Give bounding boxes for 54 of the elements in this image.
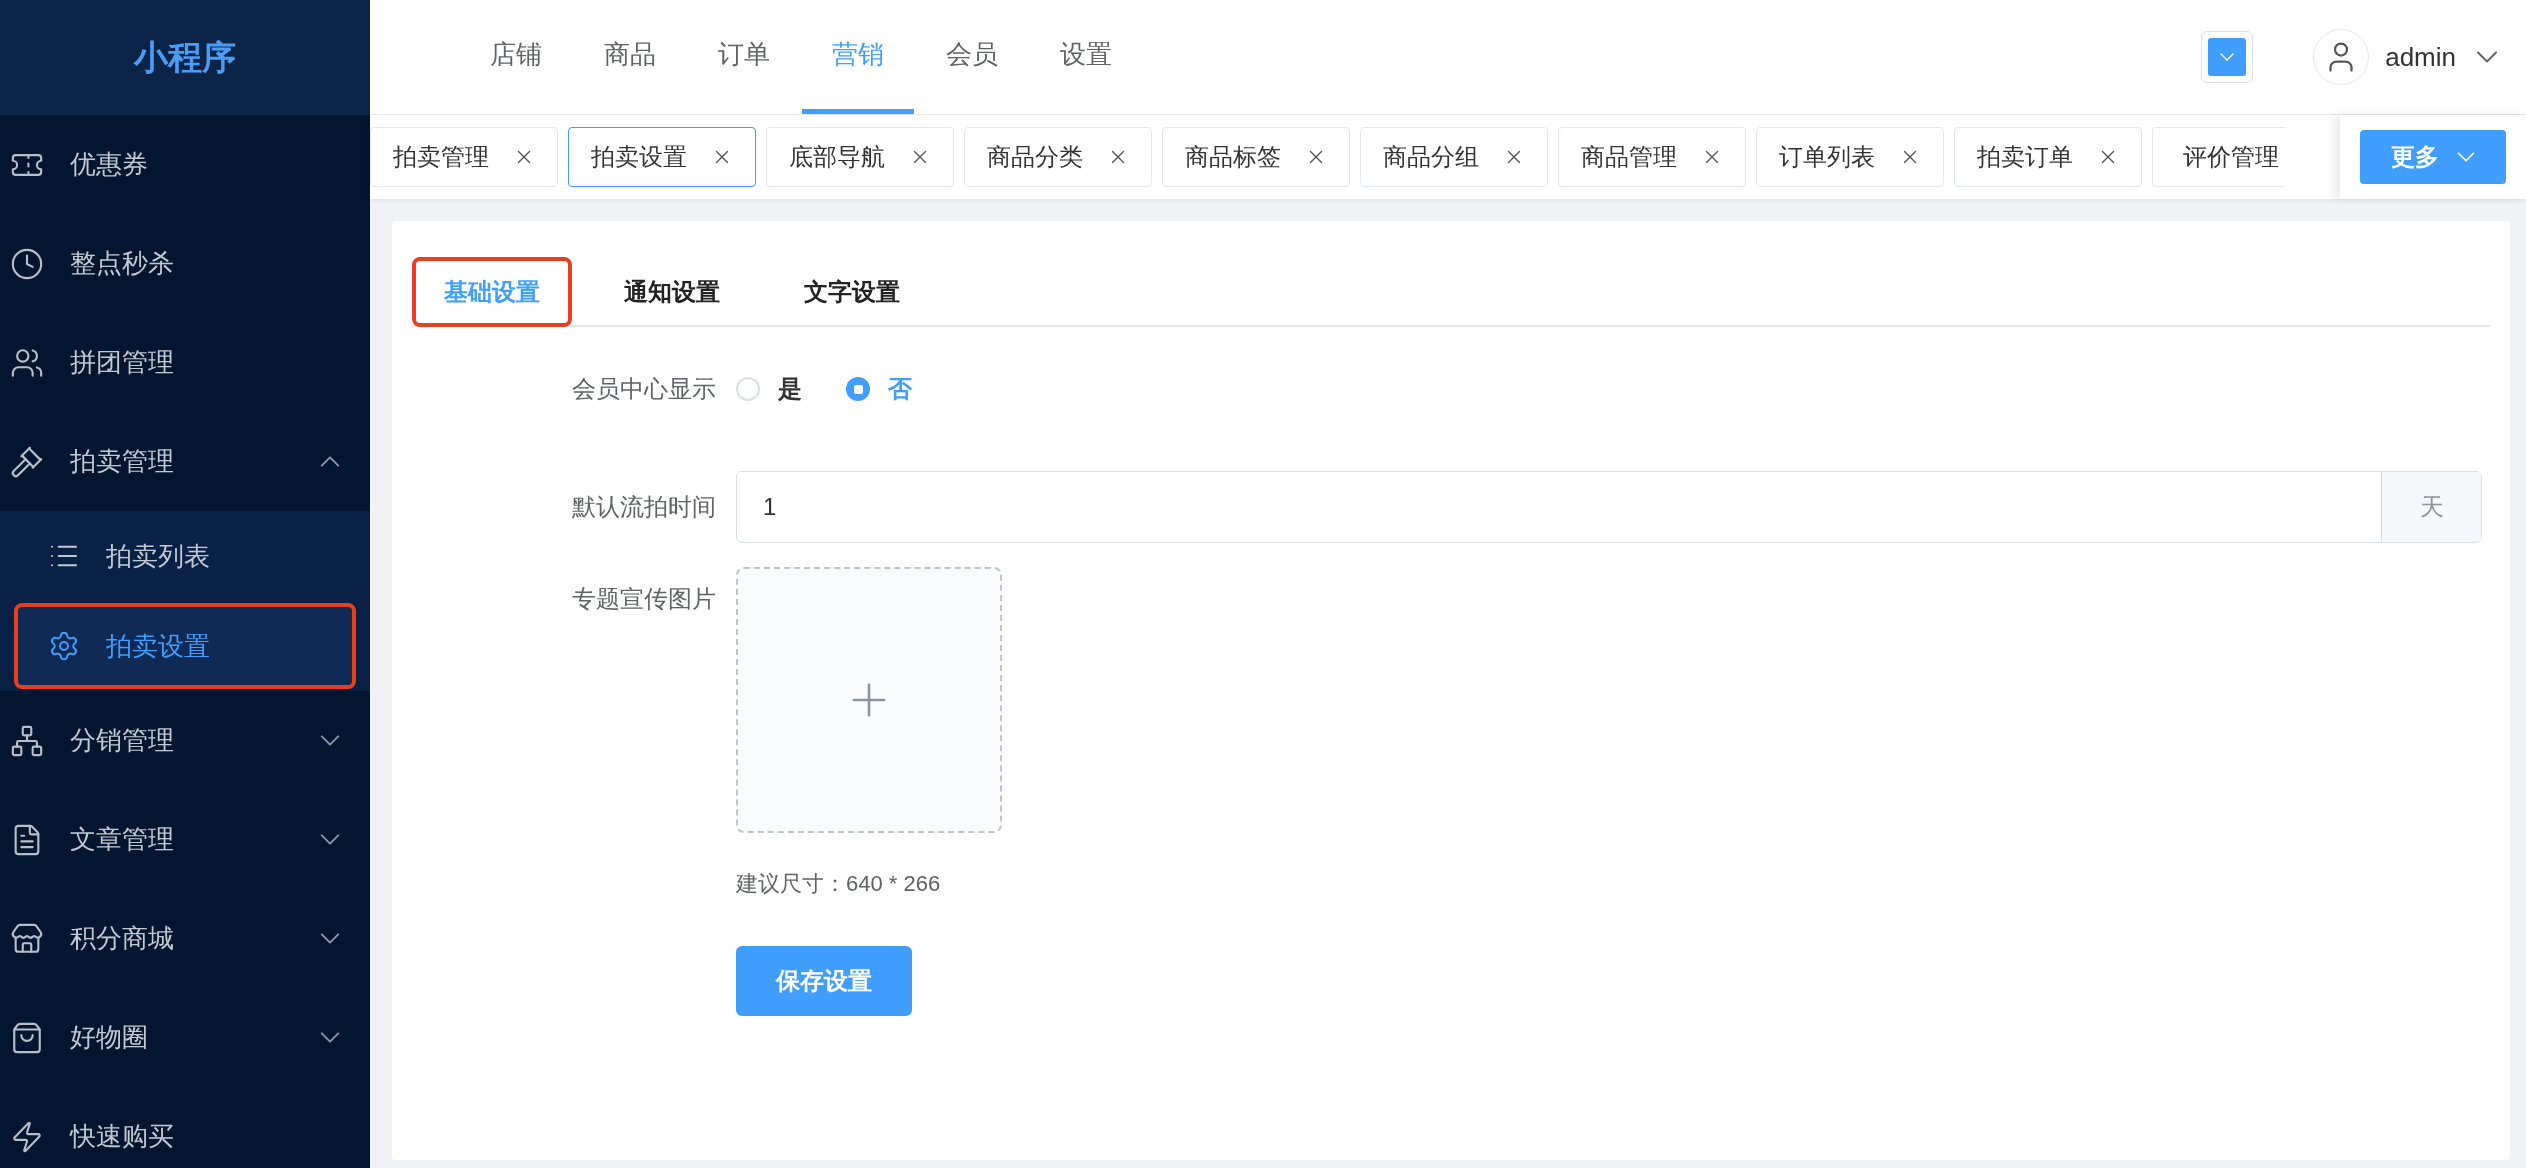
sidebar-item[interactable]: 拼团管理 [0,313,370,412]
clock-icon [10,246,44,281]
page-tab[interactable]: 商品分类 [964,127,1152,187]
dropdown-toggle[interactable] [2201,31,2254,83]
network-icon [10,723,44,758]
nav-tab[interactable]: 会员 [916,0,1028,114]
unit-addon: 天 [2381,472,2481,542]
page-tab[interactable]: 拍卖设置 [568,127,756,187]
sidebar-item[interactable]: 积分商城 [0,889,370,988]
days-input[interactable]: 1 [737,472,2381,542]
nav-tab[interactable]: 订单 [688,0,800,114]
page-tab[interactable]: 商品管理 [1558,127,1746,187]
page-tab[interactable]: 商品标签 [1162,127,1350,187]
days-field[interactable]: 1 天 [736,471,2482,543]
gavel-icon [10,444,44,479]
form-label: 专题宣传图片 [571,584,717,614]
sidebar-item[interactable]: 优惠券 [0,115,370,214]
page-tab[interactable]: 订单列表 [1756,127,1944,187]
sidebar-item[interactable]: 快速购买 [0,1087,370,1168]
sidebar-item[interactable]: 文章管理 [0,790,370,889]
form-label: 默认流拍时间 [571,492,717,522]
form-label: 会员中心显示 [571,374,717,404]
size-hint: 建议尺寸：640 * 266 [736,870,942,898]
store-icon [10,921,44,956]
chevron-down-icon [2220,53,2235,61]
radio-option[interactable]: 是 [736,371,802,407]
lightning-icon [10,1119,44,1154]
bag-icon [10,1020,44,1055]
page-tab[interactable]: 商品分组 [1360,127,1548,187]
page-tab[interactable]: 底部导航 [766,127,954,187]
sidebar-item[interactable]: 整点秒杀 [0,214,370,313]
nav-tab[interactable]: 商品 [574,0,686,114]
app-title: 小程序 [0,0,370,115]
sidebar-item[interactable]: 好物圈 [0,988,370,1087]
submenu-item[interactable]: 拍卖设置 [14,603,356,689]
sidebar-item[interactable]: 分销管理 [0,691,370,790]
chevron-down-icon [320,834,340,845]
sidebar-item[interactable]: 拍卖管理 [0,412,370,511]
chevron-down-icon [2457,152,2475,162]
chevron-down-icon [320,1032,340,1043]
nav-tab[interactable]: 店铺 [460,0,572,114]
page-tab[interactable]: 评价管理 [2152,127,2285,187]
settings-tab[interactable]: 文字设置 [772,257,932,327]
nav-tab[interactable]: 设置 [1030,0,1142,114]
chevron-down-icon [320,933,340,944]
chevron-down-icon [320,735,340,746]
submenu-item[interactable]: 拍卖列表 [14,513,356,599]
chevron-down-icon [2476,51,2498,63]
page-tab[interactable]: 拍卖订单 [1954,127,2142,187]
settings-tab[interactable]: 通知设置 [592,257,752,327]
chevron-up-icon [320,456,340,467]
page-tab[interactable]: 拍卖管理 [370,127,558,187]
gear-icon [48,630,80,662]
username[interactable]: admin [2385,37,2456,77]
